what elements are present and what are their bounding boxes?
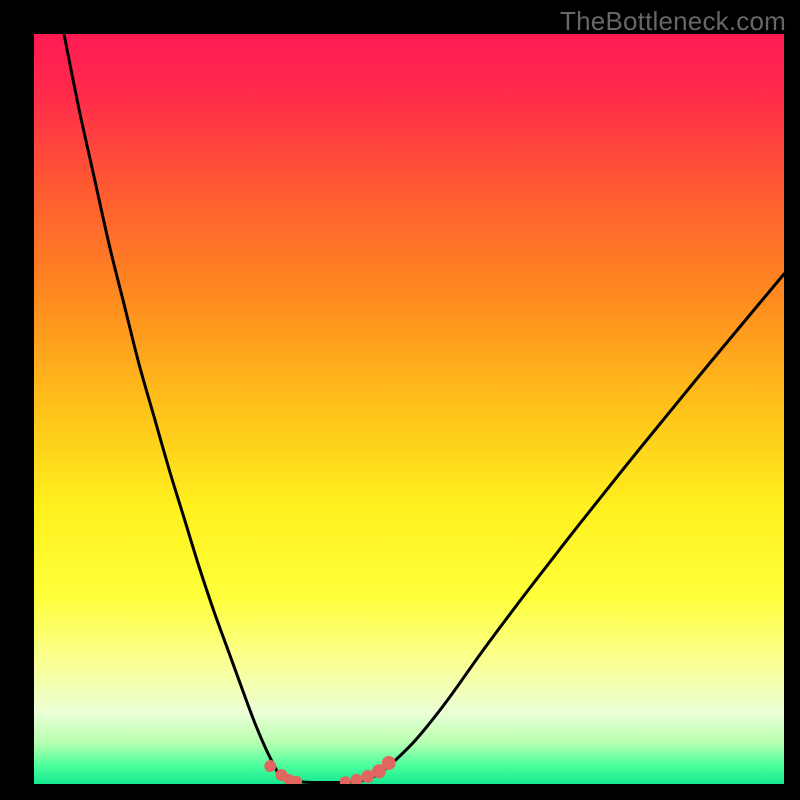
valley-marker [382,756,396,770]
outer-frame: TheBottleneck.com [0,0,800,800]
valley-marker [264,760,276,772]
plot-area [34,34,784,784]
chart-svg [34,34,784,784]
watermark-text: TheBottleneck.com [560,6,786,37]
